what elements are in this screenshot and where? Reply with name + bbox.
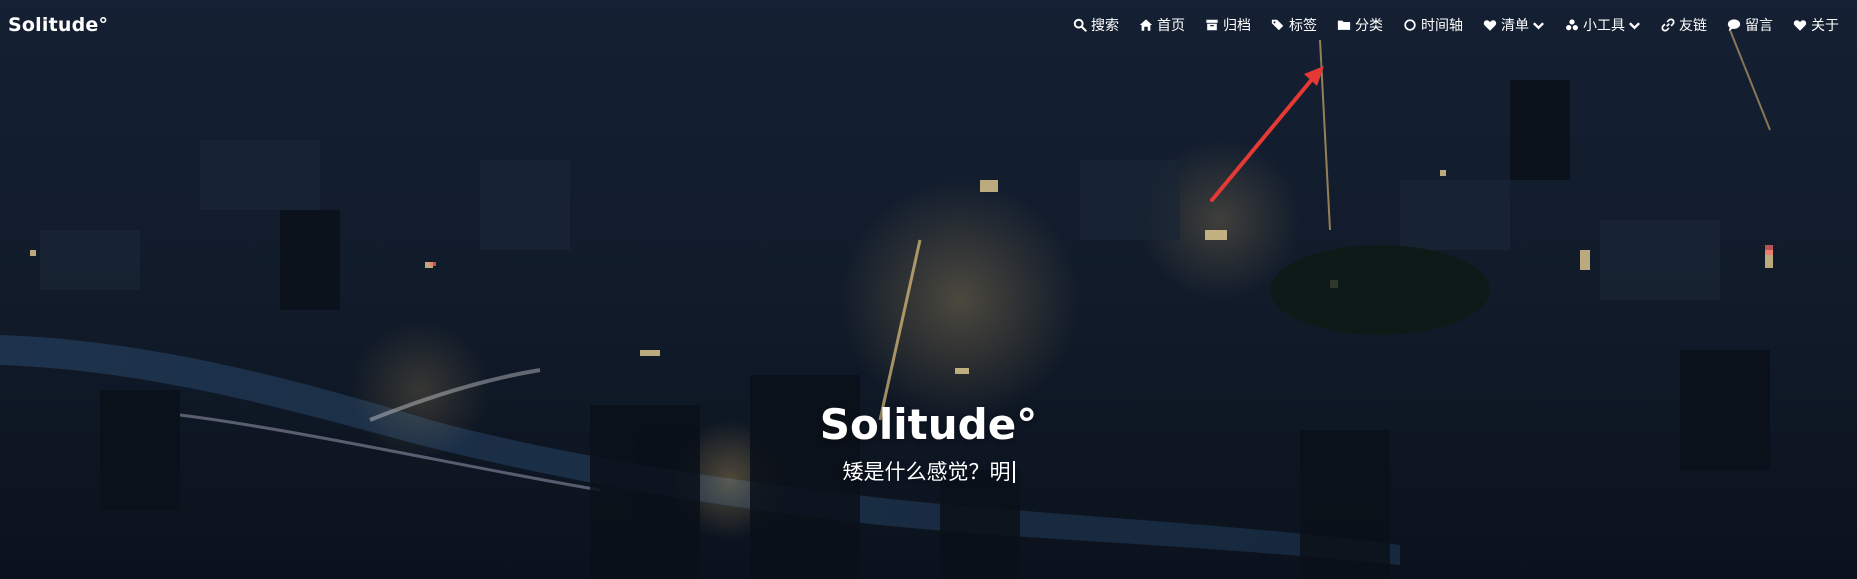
menu-item-label: 归档 [1223,18,1251,34]
heartbeat-icon [1483,18,1497,32]
chevron-down-icon [1628,19,1641,32]
menu-item-friend-links[interactable]: 友链 [1651,0,1717,50]
site-title: Solitude° [819,400,1038,449]
menu-item-search[interactable]: 搜索 [1063,0,1129,50]
menu-item-categories[interactable]: 分类 [1327,0,1393,50]
hero-banner: Solitude° 搜索 首页 归档 标签 分类 时间轴 清单 小工具 友链 留… [0,0,1857,579]
tags-icon [1271,18,1285,32]
menu-item-label: 清单 [1501,18,1529,34]
menu-item-timeline[interactable]: 时间轴 [1393,0,1473,50]
menu-item-label: 时间轴 [1421,18,1463,34]
folder-icon [1337,18,1351,32]
menu-item-label: 分类 [1355,18,1383,34]
search-icon [1073,18,1087,32]
menu-item-label: 留言 [1745,18,1773,34]
link-icon [1661,18,1675,32]
subtitle-text: 矮是什么感觉？明 [842,460,1011,484]
menu-item-list[interactable]: 清单 [1473,0,1555,50]
typing-cursor [1012,461,1015,483]
menu-item-label: 小工具 [1583,18,1625,34]
menu-item-archive[interactable]: 归档 [1195,0,1261,50]
tools-icon [1565,18,1579,32]
menu-item-tools[interactable]: 小工具 [1555,0,1651,50]
site-logo-link[interactable]: Solitude° [8,14,108,36]
menu-item-label: 标签 [1289,18,1317,34]
chevron-down-icon [1532,19,1545,32]
site-subtitle: 矮是什么感觉？明 [0,457,1857,487]
city-night-background [0,0,1857,579]
menu-item-tags[interactable]: 标签 [1261,0,1327,50]
comment-icon [1727,18,1741,32]
menu-item-about[interactable]: 关于 [1783,0,1849,50]
menu-item-guestbook[interactable]: 留言 [1717,0,1783,50]
home-icon [1139,18,1153,32]
circle-icon [1403,18,1417,32]
heart-icon [1793,18,1807,32]
menu-item-label: 关于 [1811,18,1839,34]
main-menu: 搜索 首页 归档 标签 分类 时间轴 清单 小工具 友链 留言 关于 [1063,0,1849,50]
menu-item-home[interactable]: 首页 [1129,0,1195,50]
archive-icon [1205,18,1219,32]
menu-item-label: 搜索 [1091,18,1119,34]
menu-item-label: 友链 [1679,18,1707,34]
menu-item-label: 首页 [1157,18,1185,34]
site-info: Solitude° 矮是什么感觉？明 [0,395,1857,487]
top-navigation-bar: Solitude° 搜索 首页 归档 标签 分类 时间轴 清单 小工具 友链 留… [0,0,1857,50]
